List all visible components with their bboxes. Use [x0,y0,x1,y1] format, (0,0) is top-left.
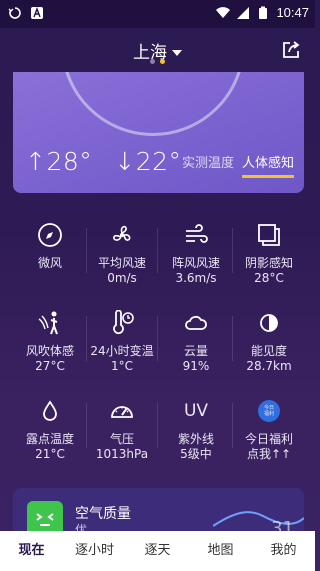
metric-pressure[interactable]: 气压 1013hPa [87,396,157,462]
thermometer-clock-icon [113,310,134,335]
temperature-card: ↑28° ↓22° 实测温度 人体感知 [13,72,304,193]
header: 上海 [0,28,315,72]
metric-24h-temp-change[interactable]: 24小时变温 1°C [87,308,157,374]
metric-value: 5级中 [180,447,212,461]
metric-label: 云量 [183,344,208,358]
metric-dew-point[interactable]: 露点温度 21°C [15,396,85,462]
status-time: 10:47 [276,5,309,20]
metric-value: 27°C [35,359,65,373]
compass-icon [38,223,62,247]
temperature-arc [61,72,245,136]
metric-welfare[interactable]: 今日福利 今日福利 点我↑↑ [234,396,304,462]
tab-map[interactable]: 地图 [189,531,252,571]
person-wind-icon [38,311,58,335]
metric-cloud-cover[interactable]: 云量 91% [161,308,231,374]
metric-value: 28.7km [246,359,292,373]
metric-label: 露点温度 [25,432,74,446]
visibility-icon [260,314,278,332]
page-dot-active [160,59,165,64]
metric-uv[interactable]: UV 紫外线 5级中 [161,396,231,462]
page-indicator [0,59,315,64]
aqi-title: 空气质量 [75,506,131,522]
tab-hourly[interactable]: 逐小时 [63,531,126,571]
metric-value: 点我↑↑ [246,447,292,461]
app-a-icon [31,7,43,19]
share-icon[interactable] [281,40,301,60]
metric-label: 能见度 [250,344,287,358]
metric-avg-wind-speed[interactable]: 平均风速 0m/s [87,220,157,286]
uv-icon: UV [183,400,209,421]
gauge-icon [111,406,133,418]
temp-high: ↑28° [25,147,93,176]
temperature-range: ↑28° ↓22° [25,147,182,176]
sync-icon [8,7,21,19]
metric-value: 1°C [110,359,133,373]
temperature-mode-tabs: 实测温度 人体感知 [182,152,294,178]
metric-visibility[interactable]: 能见度 28.7km [234,308,304,374]
mode-feels-like[interactable]: 人体感知 [241,152,294,178]
metric-gust-speed[interactable]: 阵风风速 3.6m/s [161,220,231,286]
metric-label: 微风 [37,256,62,270]
wifi-icon [216,6,231,18]
bottom-tab-bar: 现在 逐小时 逐天 地图 我的 [0,531,315,571]
mode-measured[interactable]: 实测温度 [182,152,234,178]
metric-value: 1013hPa [95,447,149,461]
metric-label: 24小时变温 [90,344,154,358]
tab-daily[interactable]: 逐天 [126,531,189,571]
metric-label: 阵风风速 [171,256,220,270]
metric-value: 21°C [35,447,65,461]
signal-icon [237,6,250,19]
wind-icon [186,224,208,243]
metric-value: 28°C [254,271,284,285]
fan-icon [113,225,131,241]
status-bar: 10:47 [0,0,315,28]
shade-icon [258,224,280,246]
metric-label: 平均风速 [97,256,146,270]
metric-wind[interactable]: 微风 [15,220,85,271]
temp-low: ↓22° [114,147,182,176]
droplet-icon [43,400,57,421]
chevron-down-icon [172,50,182,56]
battery-icon [259,6,268,19]
welfare-badge-text: 今日福利 [263,405,274,417]
metric-label: 阴影感知 [244,256,293,270]
metric-wind-chill[interactable]: 风吹体感 27°C [15,308,85,374]
metric-label: 气压 [109,432,134,446]
page-dot [150,59,155,64]
cloud-icon [185,315,207,330]
metric-value: 0m/s [107,271,137,285]
tab-now[interactable]: 现在 [0,531,63,571]
metric-label: 风吹体感 [25,344,74,358]
metric-value: 91% [182,359,210,373]
metric-label: 紫外线 [177,432,214,446]
metric-label: 今日福利 [244,432,293,446]
metric-shade-feel[interactable]: 阴影感知 28°C [234,220,304,286]
welfare-icon: 今日福利 [258,400,280,422]
metric-value: 3.6m/s [175,271,217,285]
tab-me[interactable]: 我的 [252,531,315,571]
